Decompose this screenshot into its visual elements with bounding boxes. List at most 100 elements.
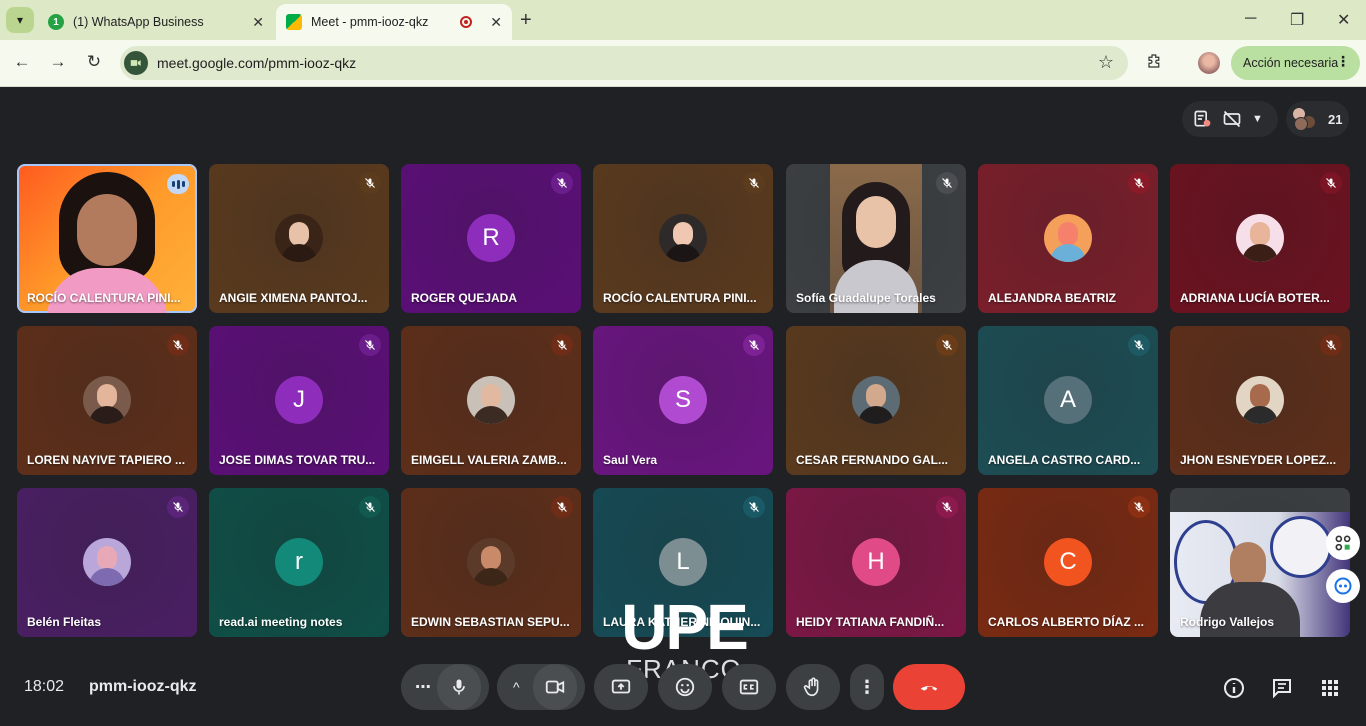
close-icon[interactable]: ✕ [490,14,502,31]
assistant-fab[interactable] [1326,569,1360,603]
mic-off-icon [551,172,573,194]
chat-icon[interactable] [1270,676,1294,700]
participant-tile[interactable]: ROCÍO CALENTURA PINI... [593,164,773,313]
participant-tile[interactable]: Belén Fleitas [17,488,197,637]
participant-tile[interactable]: H HEIDY TATIANA FANDIÑ... [786,488,966,637]
participant-name: ROGER QUEJADA [411,291,518,305]
browser-toolbar: ← → ↻ meet.google.com/pmm-iooz-qkz ☆ Acc… [0,40,1366,87]
participant-tile[interactable]: EDWIN SEBASTIAN SEPU... [401,488,581,637]
participant-tile[interactable]: J JOSE DIMAS TOVAR TRU... [209,326,389,475]
back-arrow-icon[interactable]: ← [11,52,33,72]
participant-tile[interactable]: R ROGER QUEJADA [401,164,581,313]
meet-icon [286,14,302,30]
close-window-icon[interactable]: ✕ [1337,10,1350,30]
present-screen-button[interactable] [594,664,648,710]
participant-name: Sofía Guadalupe Torales [796,291,936,305]
maximize-icon[interactable]: ❐ [1290,10,1304,30]
participant-count: 21 [1328,111,1343,127]
mic-off-icon [167,496,189,518]
notes-icon[interactable] [1192,109,1212,129]
mic-off-icon [551,496,573,518]
participant-tile[interactable]: EIMGELL VALERIA ZAMB... [401,326,581,475]
mic-off-icon [359,172,381,194]
meeting-info-icon[interactable] [1222,676,1246,700]
tab-strip: ▾ 1 (1) WhatsApp Business ✕ Meet - pmm-i… [0,0,1366,40]
participant-tile[interactable]: Sofía Guadalupe Torales [786,164,966,313]
avatar [852,376,900,424]
participant-name: EDWIN SEBASTIAN SEPU... [411,615,570,629]
mic-off-icon [936,334,958,356]
present-screen-icon [611,679,631,694]
participant-name: Belén Fleitas [27,615,102,629]
forward-arrow-icon[interactable]: → [47,52,69,72]
tab-meet[interactable]: Meet - pmm-iooz-qkz ✕ [276,4,512,40]
participant-tile[interactable]: CESAR FERNANDO GAL... [786,326,966,475]
speaking-indicator-icon [167,174,189,194]
participant-tile[interactable]: S Saul Vera [593,326,773,475]
camera-control: ^ [497,664,585,710]
mic-off-icon [1128,172,1150,194]
avatar [467,538,515,586]
new-tab-button[interactable]: + [520,9,532,32]
participant-tile[interactable]: ADRIANA LUCÍA BOTER... [1170,164,1350,313]
participant-tile[interactable]: Rodrigo Vallejos [1170,488,1350,637]
participant-name: read.ai meeting notes [219,615,343,629]
hang-up-icon [920,686,938,691]
emoji-icon [675,677,695,697]
extensions-icon[interactable] [1146,52,1164,70]
action-needed-button[interactable]: Acción necesaria ⋮ [1231,46,1360,80]
avatar: C [1044,538,1092,586]
avatar [467,376,515,424]
participant-tile[interactable]: A ANGELA CASTRO CARD... [978,326,1158,475]
camera-icon[interactable] [124,51,148,75]
captions-off-icon[interactable] [1222,109,1242,129]
reload-icon[interactable]: ↻ [83,52,105,72]
avatar [83,538,131,586]
avatar: R [467,214,515,262]
participant-tile[interactable]: ROCÍO CALENTURA PINI... [17,164,197,313]
more-options-button[interactable]: ⋮ [850,664,884,710]
apps-icon [1335,535,1351,551]
participant-name: ANGIE XIMENA PANTOJ... [219,291,368,305]
layout-controls: ▼ [1182,101,1278,137]
leave-call-button[interactable] [893,664,965,710]
raise-hand-button[interactable] [786,664,840,710]
audio-options-icon[interactable]: ⋯ [415,677,431,697]
tab-whatsapp[interactable]: 1 (1) WhatsApp Business ✕ [38,4,274,40]
participant-tile[interactable]: LOREN NAYIVE TAPIERO ... [17,326,197,475]
camera-button[interactable] [533,664,577,710]
activities-grid-icon[interactable] [1318,676,1342,700]
chevron-down-icon[interactable]: ▼ [1252,113,1263,125]
participant-tile[interactable]: ALEJANDRA BEATRIZ [978,164,1158,313]
participant-tile[interactable]: JHON ESNEYDER LOPEZ... [1170,326,1350,475]
bookmark-star-icon[interactable]: ☆ [1098,52,1114,73]
video-camera-icon [545,680,565,694]
participant-tile[interactable]: r read.ai meeting notes [209,488,389,637]
address-bar[interactable]: meet.google.com/pmm-iooz-qkz ☆ [120,46,1128,80]
participant-name: CESAR FERNANDO GAL... [796,453,949,467]
mic-off-icon [936,496,958,518]
mic-off-icon [167,334,189,356]
participant-tile[interactable]: ANGIE XIMENA PANTOJ... [209,164,389,313]
video-options-icon[interactable]: ^ [513,679,520,695]
participant-name: ALEJANDRA BEATRIZ [988,291,1116,305]
reactions-button[interactable] [658,664,712,710]
close-icon[interactable]: ✕ [252,14,264,31]
captions-button[interactable] [722,664,776,710]
participant-name: ROCÍO CALENTURA PINI... [27,291,181,305]
profile-avatar[interactable] [1198,52,1220,74]
participants-button[interactable]: 21 [1286,101,1349,137]
avatar: L [659,538,707,586]
tab-search-button[interactable]: ▾ [6,7,34,33]
mic-off-icon [359,496,381,518]
mic-off-icon [1128,496,1150,518]
participant-tile[interactable]: C CARLOS ALBERTO DÍAZ ... [978,488,1158,637]
mic-off-icon [1128,334,1150,356]
microphone-button[interactable] [437,664,481,710]
mic-control: ⋯ [401,664,489,710]
participant-name: JOSE DIMAS TOVAR TRU... [219,453,376,467]
minimize-icon[interactable]: ─ [1245,10,1256,28]
avatar: J [275,376,323,424]
avatar: S [659,376,707,424]
apps-fab[interactable] [1326,526,1360,560]
